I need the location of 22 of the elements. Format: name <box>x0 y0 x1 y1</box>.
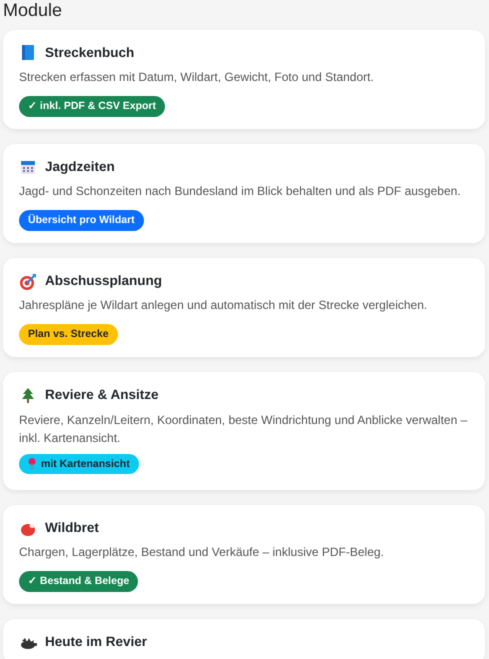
module-description: Jahrespläne je Wildart anlegen und automatisch mit der Strecke vergleichen. <box>19 297 428 314</box>
pin-icon <box>28 458 36 470</box>
module-title: Reviere & Ansitze <box>45 386 159 404</box>
module-tag: ✓ inkl. PDF & CSV Export <box>19 96 166 117</box>
module-tag: ✓ Bestand & Belege <box>19 571 138 592</box>
module-tag: mit Kartenansicht <box>19 454 139 474</box>
module-description: Strecken erfassen mit Datum, Wildart, Gewicht, Foto und Standort. <box>19 68 375 86</box>
module-title: Abschussplanung <box>45 272 162 290</box>
module-title: Heute im Revier <box>45 633 148 652</box>
module-title: Wildbret <box>45 518 99 537</box>
module-tag: Plan vs. Strecke <box>19 324 118 346</box>
module-description: Reviere, Kanzeln/Leitern, Koordinaten, beste Windrichtung und Anblicke verwalten – inkl. Kartenansicht. <box>19 412 468 447</box>
module-title: Streckenbuch <box>45 44 134 62</box>
tree-icon <box>19 387 37 404</box>
module-description: Jagd- und Schonzeiten nach Bundesland im Blick behalten und als PDF ausgeben. <box>19 183 462 200</box>
module-title: Jagdzeiten <box>45 158 115 176</box>
module-description: Chargen, Lagerplätze, Bestand und Verkäufe – inklusive PDF-Beleg. <box>19 544 385 562</box>
target-icon <box>19 272 37 290</box>
section-heading: Module <box>3 0 64 21</box>
book-icon <box>19 44 37 62</box>
calendar-icon <box>19 158 37 176</box>
module-tag: Übersicht pro Wildart <box>19 210 144 231</box>
